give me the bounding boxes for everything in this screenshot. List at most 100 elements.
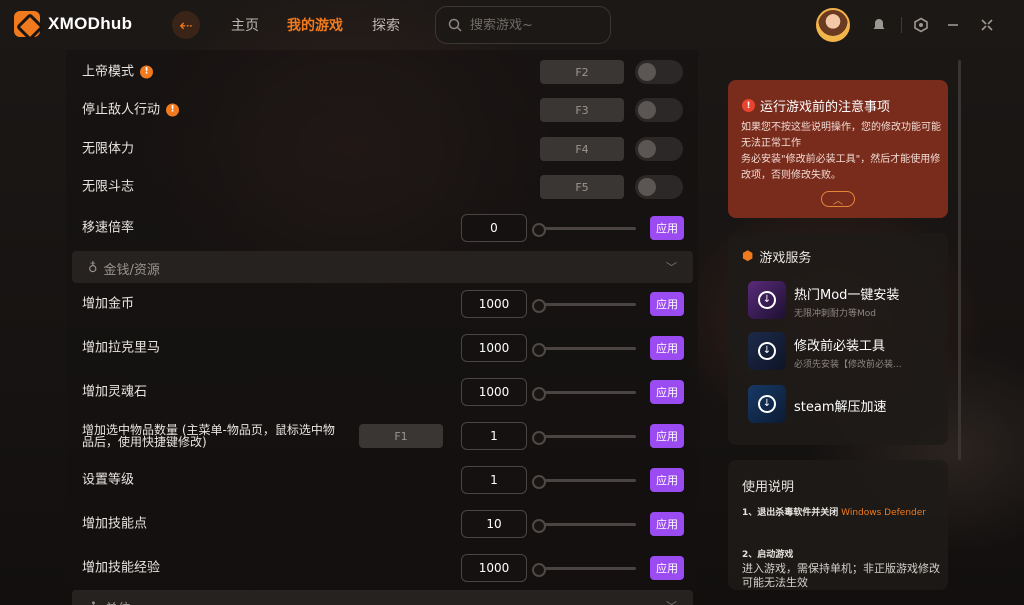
apply-button[interactable]: 应用 xyxy=(650,216,684,240)
cheat-row: 无限体力 F4 xyxy=(66,131,698,167)
info-icon[interactable]: ! xyxy=(166,103,180,117)
value-slider[interactable] xyxy=(532,343,636,357)
resource-label: 增加拉克里马 xyxy=(82,340,161,356)
chevron-up-icon[interactable]: ︿ xyxy=(821,191,855,207)
back-button[interactable]: ⇠ xyxy=(172,11,200,39)
resource-row: 增加选中物品数量 (主菜单-物品页，鼠标选中物 品后，使用快捷键修改) F1 1… xyxy=(66,418,698,454)
section-money[interactable]: ♁ 金钱/资源 ﹀ xyxy=(72,251,693,283)
cheat-toggle[interactable] xyxy=(635,175,683,199)
value-input[interactable]: 10 xyxy=(461,510,527,538)
app-logo[interactable]: XMODhub xyxy=(14,11,132,37)
coin-icon: ♁ xyxy=(88,261,98,276)
cheat-toggle[interactable] xyxy=(635,98,683,122)
settings-icon[interactable] xyxy=(912,16,930,34)
resource-row: 增加技能经验 1000 应用 xyxy=(66,550,698,586)
value-input[interactable]: 1 xyxy=(461,466,527,494)
value-slider[interactable] xyxy=(532,223,636,237)
value-slider[interactable] xyxy=(532,387,636,401)
search-box[interactable] xyxy=(435,6,611,44)
search-icon xyxy=(448,18,462,32)
value-input[interactable]: 1 xyxy=(461,422,527,450)
minimize-icon[interactable] xyxy=(944,16,962,34)
scrollbar[interactable] xyxy=(958,60,961,460)
cheat-label: 上帝模式 xyxy=(82,64,135,80)
notice-title: 运行游戏前的注意事项 xyxy=(760,100,891,115)
usage-step1-highlight: Windows Defender xyxy=(841,508,927,518)
hotkey-button[interactable]: F1 xyxy=(359,424,443,448)
apply-button[interactable]: 应用 xyxy=(650,512,684,536)
download-icon: ↓ xyxy=(748,332,786,370)
value-slider[interactable] xyxy=(532,431,636,445)
apply-button[interactable]: 应用 xyxy=(650,424,684,448)
resource-row: 增加技能点 10 应用 xyxy=(66,506,698,542)
usage-title: 使用说明 xyxy=(742,480,795,495)
resource-row: 设置等级 1 应用 xyxy=(66,462,698,498)
section-title: 金钱/资源 xyxy=(103,263,160,278)
back-arrow-icon: ⇠ xyxy=(179,15,193,35)
nav-home[interactable]: 主页 xyxy=(231,15,259,35)
box-icon: ⬢ xyxy=(742,249,754,264)
apply-button[interactable]: 应用 xyxy=(650,468,684,492)
service-item[interactable]: ↓ steam解压加速 xyxy=(748,385,938,425)
resource-row: 增加灵魂石 1000 应用 xyxy=(66,374,698,410)
hotkey-button[interactable]: F4 xyxy=(540,137,624,161)
value-slider[interactable] xyxy=(532,475,636,489)
service-name: 修改前必装工具 xyxy=(794,339,886,354)
resource-label: 增加技能点 xyxy=(82,516,148,532)
cheat-row: 上帝模式! F2 xyxy=(66,54,698,90)
hotkey-button[interactable]: F5 xyxy=(540,175,624,199)
usage-step2-text: 进入游戏，需保持单机；非正版游戏修改可能无法生效 xyxy=(742,562,940,589)
nav-explore[interactable]: 探索 xyxy=(372,15,400,35)
service-sub: 必须先安装【修改前必装... xyxy=(794,360,902,370)
cheat-label: 无限斗志 xyxy=(82,179,135,195)
cheat-row: 无限斗志 F5 xyxy=(66,169,698,205)
units-icon: ✣ xyxy=(88,600,99,605)
notice-line2: 务必安装"修改前必装工具"，然后才能使用修改项，否则修改失败。 xyxy=(741,154,941,181)
value-input[interactable]: 1000 xyxy=(461,290,527,318)
section-units[interactable]: ✣ 单位 ﹀ xyxy=(72,590,693,605)
usage-step2: 2、启动游戏 xyxy=(742,550,794,560)
value-slider[interactable] xyxy=(532,563,636,577)
notice-card: ! 运行游戏前的注意事项 如果您不按这些说明操作，您的修改功能可能无法正常工作 务… xyxy=(728,80,948,218)
service-item[interactable]: ↓ 修改前必装工具 必须先安装【修改前必装... xyxy=(748,332,938,372)
cheat-row: 移速倍率 0 应用 xyxy=(66,210,698,246)
search-input[interactable] xyxy=(470,17,600,33)
cheat-label: 停止敌人行动 xyxy=(82,102,161,118)
avatar[interactable] xyxy=(816,8,850,42)
info-icon[interactable]: ! xyxy=(140,65,154,79)
resource-label: 设置等级 xyxy=(82,472,135,488)
value-input[interactable]: 1000 xyxy=(461,378,527,406)
section-title: 单位 xyxy=(105,598,131,605)
usage-step1: 1、退出杀毒软件并关闭 xyxy=(742,508,839,518)
services-card: ⬢ 游戏服务 ↓ 热门Mod一键安装 无限冲刺耐力等Mod ↓ 修改前必装工具 必… xyxy=(728,233,948,445)
divider xyxy=(901,17,902,33)
resource-label: 增加灵魂石 xyxy=(82,384,148,400)
usage-card: 使用说明 1、退出杀毒软件并关闭 Windows Defender 2、启动游戏… xyxy=(728,460,948,590)
download-icon: ↓ xyxy=(748,385,786,423)
value-input[interactable]: 1000 xyxy=(461,334,527,362)
download-icon: ↓ xyxy=(748,281,786,319)
resource-label: 增加技能经验 xyxy=(82,560,161,576)
service-name: steam解压加速 xyxy=(794,400,887,415)
collapse-icon[interactable] xyxy=(978,16,996,34)
nav-my-games[interactable]: 我的游戏 xyxy=(287,15,343,35)
hotkey-button[interactable]: F3 xyxy=(540,98,624,122)
warning-icon: ! xyxy=(742,99,755,112)
apply-button[interactable]: 应用 xyxy=(650,380,684,404)
value-slider[interactable] xyxy=(532,519,636,533)
apply-button[interactable]: 应用 xyxy=(650,556,684,580)
value-slider[interactable] xyxy=(532,299,636,313)
value-input[interactable]: 0 xyxy=(461,214,527,242)
bell-icon[interactable] xyxy=(870,16,888,34)
cheat-toggle[interactable] xyxy=(635,137,683,161)
service-item[interactable]: ↓ 热门Mod一键安装 无限冲刺耐力等Mod xyxy=(748,281,938,321)
apply-button[interactable]: 应用 xyxy=(650,336,684,360)
hotkey-button[interactable]: F2 xyxy=(540,60,624,84)
notice-line1: 如果您不按这些说明操作，您的修改功能可能无法正常工作 xyxy=(741,122,941,149)
cheat-toggle[interactable] xyxy=(635,60,683,84)
value-input[interactable]: 1000 xyxy=(461,554,527,582)
cheat-label: 移速倍率 xyxy=(82,220,135,236)
resource-label-line2: 品后，使用快捷键修改) xyxy=(82,435,207,449)
app-name: XMODhub xyxy=(48,14,133,33)
apply-button[interactable]: 应用 xyxy=(650,292,684,316)
